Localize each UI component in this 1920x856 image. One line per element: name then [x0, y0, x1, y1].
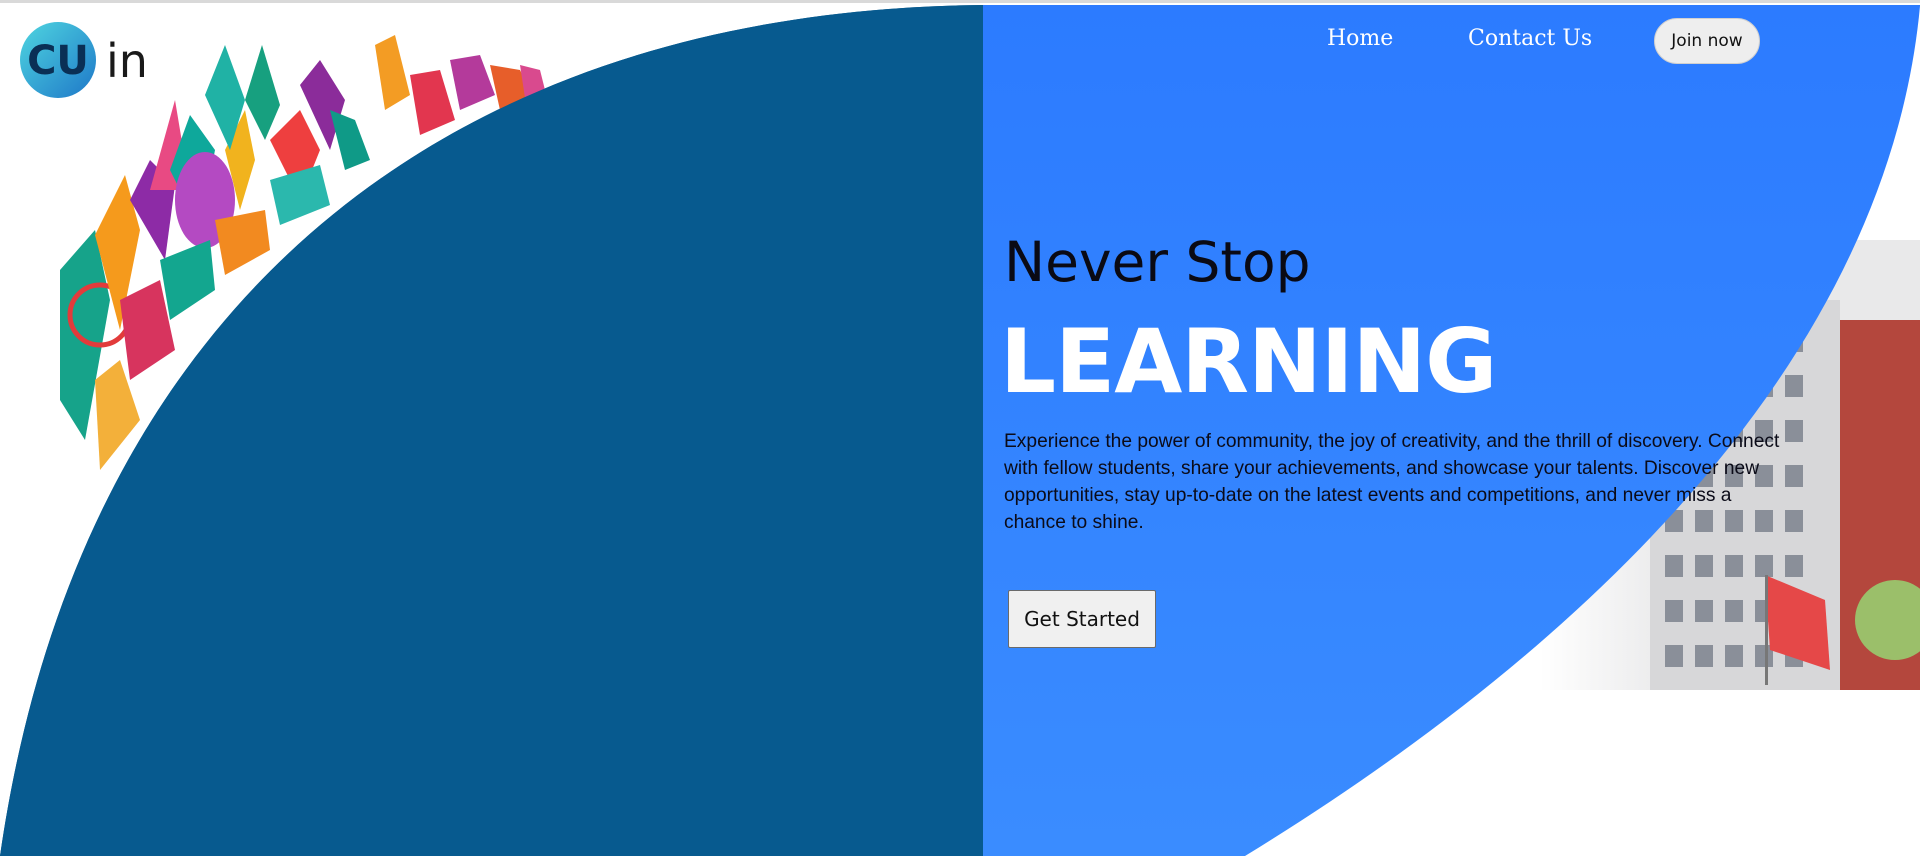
nav-home-link[interactable]: Home — [1327, 26, 1393, 51]
hero-kicker: Never Stop — [1004, 230, 1311, 294]
nav-contact-link[interactable]: Contact Us — [1468, 26, 1592, 51]
brand-suffix: in — [106, 34, 148, 88]
brand-logo[interactable]: CU in — [18, 20, 148, 100]
hero-description: Experience the power of community, the j… — [1004, 431, 1780, 533]
hero-title: LEARNING — [1000, 310, 1497, 413]
hero-content: Never Stop LEARNING Experience the power… — [1000, 230, 1804, 536]
cu-logo-icon: CU — [20, 22, 96, 98]
svg-text:CU: CU — [27, 38, 89, 84]
get-started-button[interactable]: Get Started — [1008, 590, 1156, 648]
join-now-button[interactable]: Join now — [1654, 18, 1760, 64]
